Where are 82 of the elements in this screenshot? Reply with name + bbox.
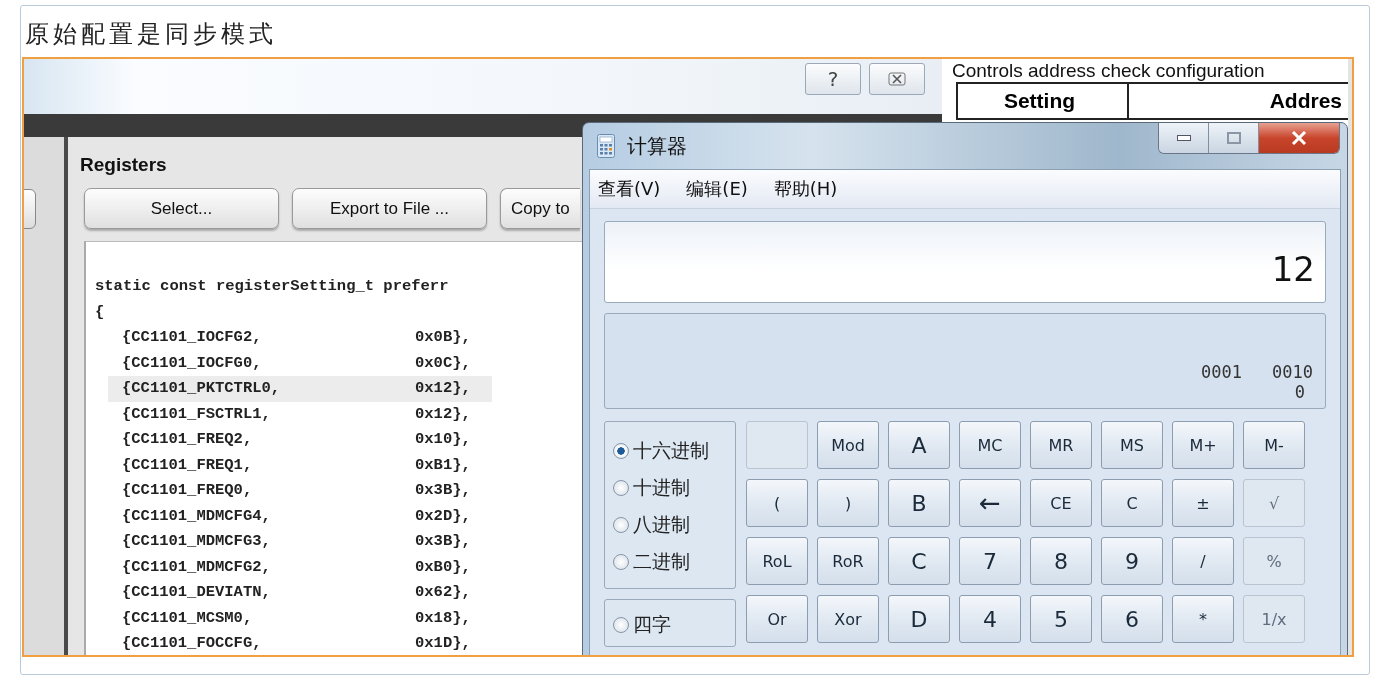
calculator-key[interactable]: 5 [1030,595,1092,643]
calculator-key[interactable]: Xor [817,595,879,643]
code-line: {CC1101_DEVIATN, 0x62}, [121,582,472,603]
radio-option[interactable]: 二进制 [613,543,735,580]
radio-button[interactable] [613,479,629,496]
radio-option[interactable]: 十进制 [613,469,735,506]
calculator-key[interactable]: A [888,421,950,469]
calculator-key[interactable]: C [1101,479,1163,527]
code-line: {CC1101_IOCFG2, 0x0B}, [121,327,472,348]
calculator-key[interactable]: M+ [1172,421,1234,469]
minimize-icon [1176,135,1191,141]
calculator-key[interactable]: MS [1101,421,1163,469]
bit-index: 0 [1294,382,1305,402]
close-button[interactable] [1259,123,1339,153]
close-icon [1291,131,1307,145]
code-line: {CC1101_MDMCFG3, 0x3B}, [121,531,472,552]
code-line: { [95,301,106,323]
maximize-icon [1226,132,1241,144]
column-header: Addres [1268,88,1343,114]
calculator-key[interactable]: ) [817,479,879,527]
code-line: {CC1101_FREQ2, 0x10}, [121,429,472,450]
code-line: {CC1101_FREQ1, 0xB1}, [121,454,472,476]
radio-label: 四字 [633,612,671,637]
calculator-key[interactable]: M- [1243,421,1305,469]
calculator-icon [597,134,615,158]
menu-item[interactable]: 帮助(H) [773,177,838,201]
calculator-key[interactable]: 6 [1101,595,1163,643]
code-line: static const registerSetting_t preferr [95,276,450,297]
radio-button[interactable] [613,553,629,570]
calculator-key[interactable]: Mod [817,421,879,469]
display-value: 12 [1271,249,1315,289]
binary-digits: 0001 [1201,362,1243,382]
radio-button[interactable] [613,516,629,533]
calculator-key[interactable]: / [1172,537,1234,585]
calculator-key[interactable]: MC [959,421,1021,469]
calculator-key[interactable]: 4 [959,595,1021,643]
calculator-key[interactable]: MR [1030,421,1092,469]
calculator-key[interactable]: D [888,595,950,643]
calculator-key[interactable]: ← [959,479,1021,527]
code-line: {CC1101_FREQ0, 0x3B}, [121,480,472,501]
close-icon [888,72,906,86]
radio-label: 十进制 [633,474,690,500]
menu-item[interactable]: 查看(V) [598,177,661,201]
radio-button[interactable] [613,617,629,633]
calculator-key[interactable]: C [888,537,950,585]
minimize-button[interactable] [1159,123,1209,153]
radio-option[interactable]: 四字 [613,612,735,638]
action-button[interactable]: Copy to [500,188,580,229]
calculator-key[interactable]: Or [746,595,808,643]
calculator-key[interactable]: 7 [959,537,1021,585]
window-title: 计算器 [627,132,687,160]
calculator-key[interactable]: B [888,479,950,527]
panel-title: Registers [79,153,167,176]
binary-digits: 0010 [1272,362,1313,382]
column-header: Setting [956,84,1129,118]
calculator-key[interactable]: ± [1172,479,1234,527]
radio-label: 十六进制 [633,437,709,463]
action-button[interactable]: Export to File ... [292,188,487,229]
action-button[interactable]: Select... [84,188,279,229]
calculator-key[interactable]: RoL [746,537,808,585]
menu-item[interactable]: 编辑(E) [686,177,748,201]
radio-option[interactable]: 八进制 [613,506,735,543]
code-line: {CC1101_MCSM0, 0x18}, [121,607,472,629]
radio-option[interactable]: 十六进制 [613,432,735,469]
code-line: {CC1101_IOCFG0, 0x0C}, [121,352,472,374]
radio-button[interactable] [613,442,629,459]
help-button[interactable]: ? [805,63,861,95]
calculator-key[interactable]: RoR [817,537,879,585]
table-caption: Controls address check configuration [951,59,1266,82]
calculator-key[interactable]: * [1172,595,1234,643]
code-line: {CC1101_MDMCFG2, 0xB0}, [121,556,472,578]
code-line: {CC1101_FOCCFG, 0x1D}, [121,633,472,654]
close-button[interactable] [869,63,925,95]
radio-label: 二进制 [633,548,690,574]
code-line: {CC1101_MDMCFG4, 0x2D}, [121,505,472,527]
calculator-key[interactable]: ( [746,479,808,527]
caption-text: 原始配置是同步模式 [24,19,278,46]
calculator-key[interactable]: 8 [1030,537,1092,585]
calculator-key[interactable]: CE [1030,479,1092,527]
calculator-key[interactable]: 9 [1101,537,1163,585]
code-line: {CC1101_FSCTRL1, 0x12}, [121,403,472,425]
radio-label: 八进制 [633,511,690,537]
